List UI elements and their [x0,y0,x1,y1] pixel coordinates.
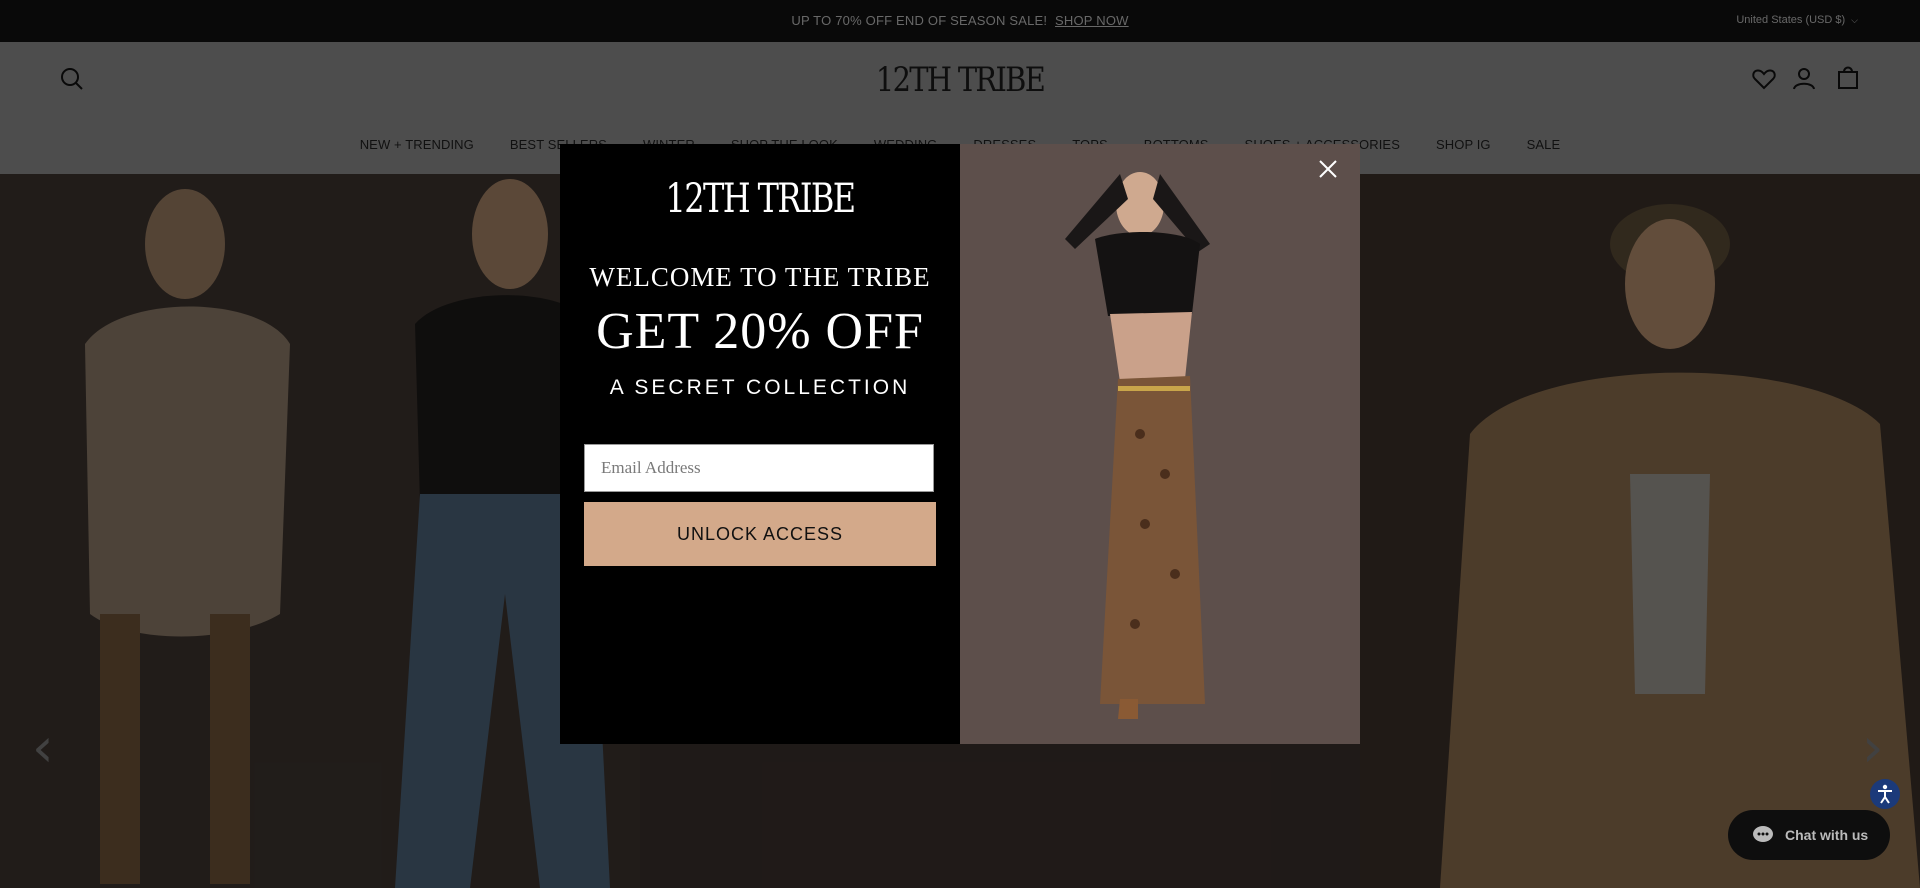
chat-bubble-icon [1753,826,1773,842]
modal-form-panel: 12TH TRIBE WELCOME TO THE TRIBE GET 20% … [560,144,960,744]
model-photo [960,144,1360,744]
modal-subtitle: A SECRET COLLECTION [609,376,911,399]
modal-image-panel [960,144,1360,744]
signup-modal: 12TH TRIBE WELCOME TO THE TRIBE GET 20% … [560,144,1360,744]
close-icon[interactable] [1315,156,1341,182]
modal-logo: 12TH TRIBE [665,176,856,222]
accessibility-button[interactable] [1870,779,1900,809]
modal-offer: GET 20% OFF [596,303,924,360]
accessibility-icon [1878,784,1892,804]
email-field[interactable] [584,444,934,492]
unlock-access-button[interactable]: UNLOCK ACCESS [584,502,936,566]
modal-welcome: WELCOME TO THE TRIBE [589,262,931,292]
chat-widget[interactable]: Chat with us [1728,810,1890,860]
chat-label: Chat with us [1785,827,1869,843]
